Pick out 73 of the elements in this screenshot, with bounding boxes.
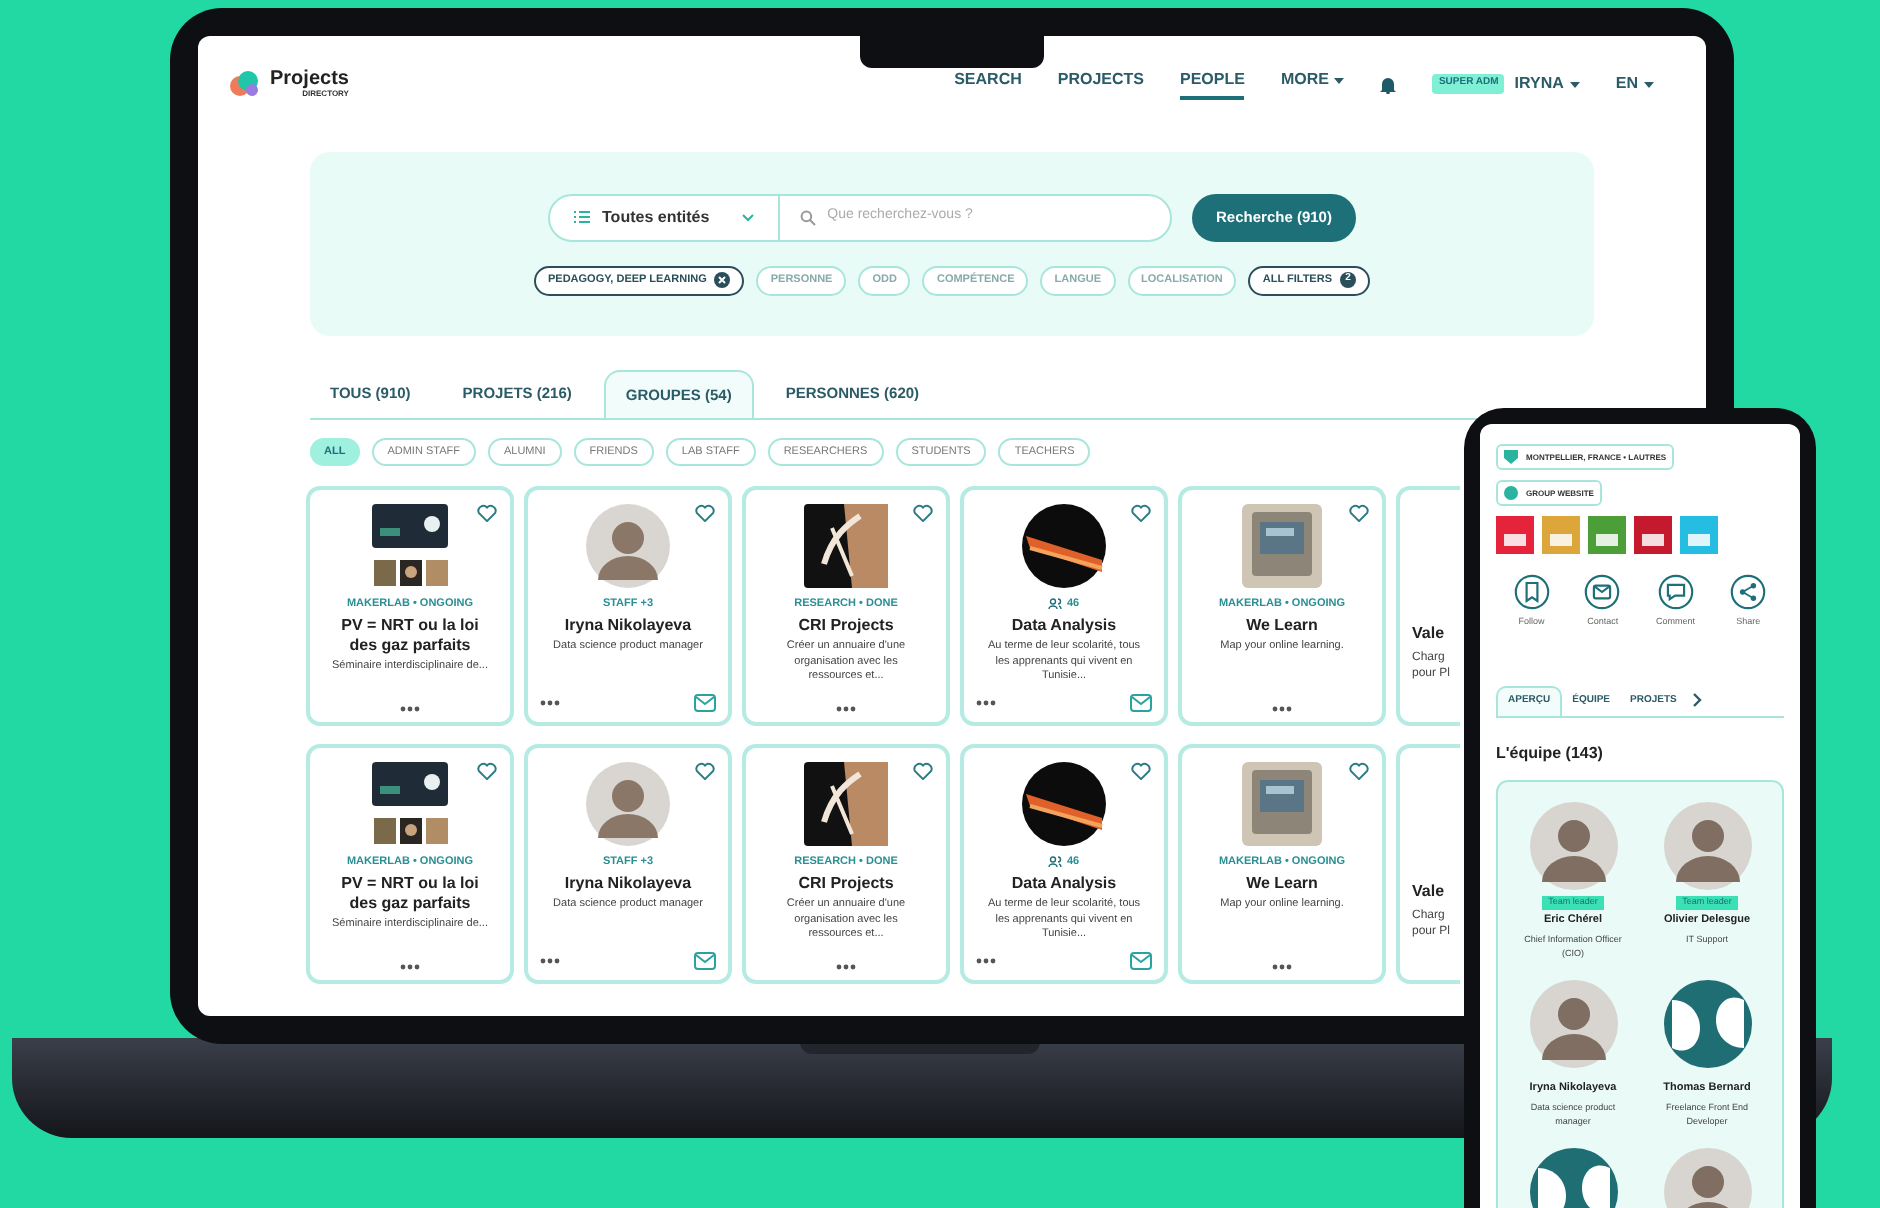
nav-link[interactable]: SEARCH [954, 68, 1022, 100]
mail-icon[interactable] [1130, 694, 1152, 712]
avatar-icon [1663, 979, 1751, 1068]
card-title: We Learn [1246, 874, 1318, 895]
more-icon[interactable] [1272, 964, 1292, 970]
more-icon[interactable] [540, 958, 560, 964]
comment-icon[interactable] [1657, 574, 1694, 610]
caret-icon [1334, 77, 1345, 83]
list-icon [574, 210, 591, 224]
card-title: We Learn [1246, 616, 1318, 637]
heart-icon[interactable] [476, 502, 498, 522]
heart-icon[interactable] [912, 760, 934, 780]
more-icon[interactable] [836, 964, 856, 970]
more-icon[interactable] [400, 706, 420, 712]
heart-icon[interactable] [694, 760, 716, 780]
chevron-right-icon[interactable] [1692, 691, 1705, 708]
mail-icon[interactable] [1130, 952, 1152, 970]
nav-link[interactable]: PROJECTS [1057, 68, 1144, 100]
more-icon[interactable] [976, 958, 996, 964]
user-menu[interactable]: IRYNA [1514, 72, 1580, 96]
card-title: Vale [1412, 880, 1447, 904]
search-icon [799, 209, 816, 225]
card-title: Iryna Nikolayeva [564, 874, 692, 895]
heart-icon[interactable] [1348, 502, 1370, 522]
caret-icon [1569, 81, 1580, 87]
caret-icon [1644, 81, 1654, 87]
close-icon [714, 272, 731, 288]
avatar-icon [1529, 979, 1617, 1068]
goal-tile-icon[interactable] [1680, 516, 1718, 554]
mail-icon[interactable] [694, 694, 716, 712]
mail-icon[interactable] [694, 952, 716, 970]
goal-tile-icon[interactable] [1634, 516, 1672, 554]
avatar-icon [1529, 801, 1617, 890]
more-icon[interactable] [976, 700, 996, 706]
heart-icon[interactable] [1130, 760, 1152, 780]
card-title: Iryna Nikolayeva [564, 616, 692, 637]
contact-icon[interactable] [1584, 574, 1621, 610]
pin-icon [1504, 450, 1518, 464]
avatar-icon [1663, 801, 1751, 890]
heart-icon[interactable] [1130, 502, 1152, 522]
logo-icon [230, 70, 262, 98]
goal-tile-icon[interactable] [1588, 516, 1626, 554]
goal-tile-icon[interactable] [1542, 516, 1580, 554]
card-title: CRI Projects [798, 616, 894, 637]
language-menu[interactable]: EN [1615, 72, 1654, 96]
card-title: Data Analysis [1011, 616, 1117, 637]
chevron-icon [741, 213, 754, 221]
more-icon[interactable] [1272, 706, 1292, 712]
goal-tile-icon[interactable] [1496, 516, 1534, 554]
logo-title: Projects [270, 70, 349, 90]
heart-icon[interactable] [476, 760, 498, 780]
share-icon[interactable] [1730, 574, 1767, 610]
people-icon [1048, 856, 1063, 869]
card-title: CRI Projects [798, 874, 894, 895]
avatar-icon [586, 504, 670, 588]
bell-icon[interactable] [1380, 75, 1397, 93]
avatar-icon [586, 762, 670, 846]
heart-icon[interactable] [694, 502, 716, 522]
card-title: PV = NRT ou la loi des gaz parfaits [339, 874, 481, 915]
follow-icon[interactable] [1513, 574, 1550, 610]
people-icon [1048, 598, 1063, 611]
card-title: Data Analysis [1011, 874, 1117, 895]
nav-link[interactable]: PEOPLE [1180, 68, 1245, 100]
more-icon[interactable] [836, 706, 856, 712]
card-title: PV = NRT ou la loi des gaz parfaits [339, 616, 481, 657]
heart-icon[interactable] [1348, 760, 1370, 780]
team-heading: L'équipe (143) [1496, 741, 1605, 766]
heart-icon[interactable] [912, 502, 934, 522]
card-title: Vale [1412, 622, 1447, 646]
more-icon[interactable] [400, 964, 420, 970]
nav-link[interactable]: MORE [1280, 68, 1345, 100]
more-icon[interactable] [540, 700, 560, 706]
scope-dropdown[interactable]: Toutes entités [550, 195, 780, 239]
